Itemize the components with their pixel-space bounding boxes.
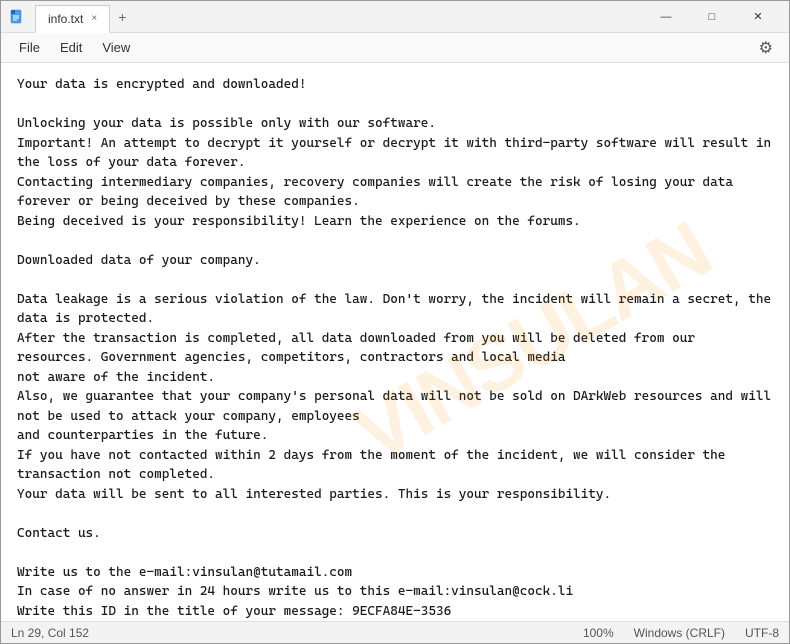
- text-line: Important! An attempt to decrypt it your…: [17, 134, 773, 173]
- file-tab[interactable]: info.txt ×: [35, 5, 110, 33]
- text-editor[interactable]: Your data is encrypted and downloaded! U…: [1, 63, 789, 621]
- zoom-level[interactable]: 100%: [583, 626, 614, 640]
- menu-bar: File Edit View ⚙: [1, 33, 789, 63]
- text-line: Downloaded data of your company.: [17, 251, 773, 271]
- text-line: [17, 270, 773, 290]
- cursor-position: Ln 29, Col 152: [11, 626, 583, 640]
- minimize-button[interactable]: —: [643, 1, 689, 33]
- status-right: 100% Windows (CRLF) UTF-8: [583, 626, 779, 640]
- text-line: not aware of the incident.: [17, 368, 773, 388]
- view-menu[interactable]: View: [92, 36, 140, 59]
- text-line: [17, 543, 773, 563]
- text-line: Your data will be sent to all interested…: [17, 485, 773, 505]
- tab-area: info.txt × +: [35, 1, 134, 33]
- text-line: [17, 504, 773, 524]
- file-menu[interactable]: File: [9, 36, 50, 59]
- text-line: Write this ID in the title of your messa…: [17, 602, 773, 622]
- text-line: Also, we guarantee that your company's p…: [17, 387, 773, 426]
- app-icon: [9, 9, 25, 25]
- close-button[interactable]: ✕: [735, 1, 781, 33]
- window-controls: — □ ✕: [643, 1, 781, 33]
- title-bar-left: info.txt × +: [9, 1, 134, 33]
- main-window: info.txt × + — □ ✕ File Edit View ⚙ Your…: [0, 0, 790, 644]
- maximize-button[interactable]: □: [689, 1, 735, 33]
- settings-icon[interactable]: ⚙: [751, 34, 781, 62]
- content-area: Your data is encrypted and downloaded! U…: [1, 63, 789, 621]
- status-bar: Ln 29, Col 152 100% Windows (CRLF) UTF-8: [1, 621, 789, 643]
- text-line: [17, 231, 773, 251]
- text-line: [17, 95, 773, 115]
- text-line: Unlocking your data is possible only wit…: [17, 114, 773, 134]
- text-line: Contacting intermediary companies, recov…: [17, 173, 773, 212]
- tab-close-button[interactable]: ×: [91, 13, 97, 24]
- text-line: After the transaction is completed, all …: [17, 329, 773, 368]
- title-bar: info.txt × + — □ ✕: [1, 1, 789, 33]
- new-tab-button[interactable]: +: [110, 5, 134, 29]
- text-line: If you have not contacted within 2 days …: [17, 446, 773, 485]
- text-line: and counterparties in the future.: [17, 426, 773, 446]
- text-line: Your data is encrypted and downloaded!: [17, 75, 773, 95]
- line-ending[interactable]: Windows (CRLF): [634, 626, 725, 640]
- encoding[interactable]: UTF-8: [745, 626, 779, 640]
- tab-label: info.txt: [48, 12, 83, 26]
- text-line: In case of no answer in 24 hours write u…: [17, 582, 773, 602]
- text-line: Being deceived is your responsibility! L…: [17, 212, 773, 232]
- edit-menu[interactable]: Edit: [50, 36, 92, 59]
- text-line: Data leakage is a serious violation of t…: [17, 290, 773, 329]
- text-line: Write us to the e-mail:vinsulan@tutamail…: [17, 563, 773, 583]
- text-line: Contact us.: [17, 524, 773, 544]
